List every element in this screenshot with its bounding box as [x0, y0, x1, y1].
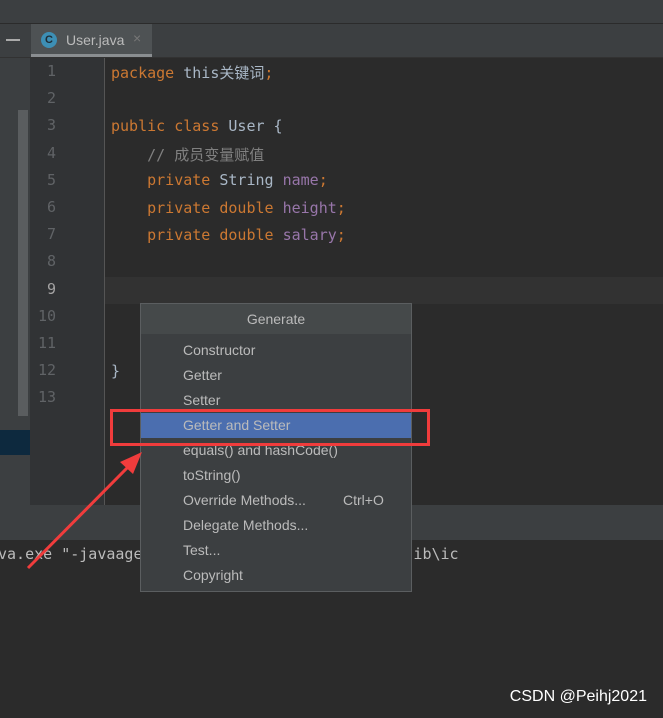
arrow-annotation	[26, 452, 142, 570]
watermark: CSDN @Peihj2021	[509, 688, 647, 705]
arrow-shaft	[26, 463, 132, 570]
